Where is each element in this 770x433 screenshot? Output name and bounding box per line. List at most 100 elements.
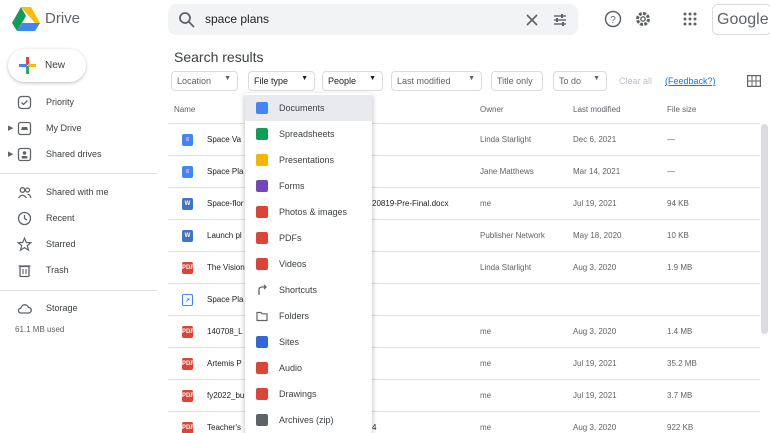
file-name-tail: 4 <box>372 423 377 432</box>
sidebar-item-label: Trash <box>46 265 69 275</box>
menu-item-archives[interactable]: Archives (zip) <box>245 407 372 433</box>
file-modified: Jul 19, 2021 <box>573 391 617 400</box>
chip-label: Location <box>177 76 212 86</box>
new-button-label: New <box>45 60 66 71</box>
menu-item-documents[interactable]: Documents <box>245 95 372 121</box>
menu-item-shortcuts[interactable]: Shortcuts <box>245 277 372 303</box>
app-name[interactable]: Drive <box>45 10 80 27</box>
filter-chip-to-do[interactable]: To do ▼ <box>553 71 607 91</box>
file-owner: me <box>480 359 492 368</box>
menu-item-folders[interactable]: Folders <box>245 303 372 329</box>
apps-grid-icon[interactable] <box>682 11 698 27</box>
menu-item-label: Documents <box>279 103 325 113</box>
dropdown-caret-icon: ▼ <box>369 75 376 82</box>
search-options-icon[interactable] <box>552 12 568 28</box>
sites-icon <box>256 336 268 348</box>
menu-item-label: Audio <box>279 363 303 373</box>
menu-item-label: Presentations <box>279 155 335 165</box>
menu-item-label: Videos <box>279 259 307 269</box>
menu-item-label: Folders <box>279 311 310 321</box>
file-modified: Jul 19, 2021 <box>573 359 617 368</box>
sheets-icon <box>256 128 268 140</box>
file-size: 1.9 MB <box>667 263 693 272</box>
trash-icon <box>18 265 31 278</box>
dropdown-caret-icon: ▼ <box>468 75 475 82</box>
filter-chip-title-only[interactable]: Title only <box>491 71 543 91</box>
file-owner: Linda Starlight <box>480 263 532 272</box>
file-modified: May 18, 2020 <box>573 231 622 240</box>
dropdown-caret-icon: ▼ <box>593 75 600 82</box>
sidebar-item-label: Starred <box>46 239 76 249</box>
chip-label: File type <box>254 76 289 86</box>
clear-all-button[interactable]: Clear all <box>619 76 652 86</box>
file-name: 140708_L <box>207 327 243 336</box>
sidebar-item-shared-with-me[interactable]: Shared with me <box>0 181 160 205</box>
word-doc-icon: W <box>182 230 193 242</box>
grid-view-icon[interactable] <box>747 75 761 87</box>
sidebar-item-label: Priority <box>46 97 75 107</box>
column-header-owner[interactable]: Owner <box>480 105 504 114</box>
file-modified: Aug 3, 2020 <box>573 423 617 432</box>
menu-item-spreadsheets[interactable]: Spreadsheets <box>245 121 372 147</box>
feedback-link[interactable]: (Feedback?) <box>665 76 716 86</box>
sidebar-item-shared-drives[interactable]: ▶ Shared drives <box>0 143 160 167</box>
column-header-name[interactable]: Name <box>174 105 195 114</box>
filter-chip-file-type[interactable]: File type ▼ <box>248 71 315 91</box>
sidebar-item-trash[interactable]: Trash <box>0 259 160 283</box>
menu-item-sites[interactable]: Sites <box>245 329 372 355</box>
menu-item-label: Spreadsheets <box>279 129 335 139</box>
expand-caret-icon[interactable]: ▶ <box>8 124 13 132</box>
file-owner: me <box>480 391 492 400</box>
file-name: Launch pl <box>207 231 242 240</box>
search-input[interactable]: space plans <box>205 12 269 26</box>
drive-logo-icon[interactable] <box>12 6 40 32</box>
sidebar-item-priority[interactable]: Priority <box>0 91 160 115</box>
close-icon[interactable] <box>524 12 540 28</box>
search-bar[interactable]: space plans <box>168 4 578 35</box>
search-icon[interactable] <box>178 11 195 28</box>
top-bar: Drive space plans ? Google <box>0 0 770 40</box>
help-icon[interactable]: ? <box>604 10 622 28</box>
menu-item-label: Sites <box>279 337 300 347</box>
menu-item-photos-images[interactable]: Photos & images <box>245 199 372 225</box>
sidebar-item-storage[interactable]: Storage <box>0 297 160 321</box>
sidebar-item-recent[interactable]: Recent <box>0 207 160 231</box>
file-name: The Vision <box>207 263 245 272</box>
menu-item-presentations[interactable]: Presentations <box>245 147 372 173</box>
file-modified: Jul 19, 2021 <box>573 199 617 208</box>
menu-item-forms[interactable]: Forms <box>245 173 372 199</box>
menu-item-videos[interactable]: Videos <box>245 251 372 277</box>
column-header-file-size[interactable]: File size <box>667 105 696 114</box>
filter-chip-people[interactable]: People ▼ <box>322 71 383 91</box>
gear-icon[interactable] <box>634 10 652 28</box>
scrollbar-thumb[interactable] <box>761 124 768 334</box>
pdf-icon: PDF <box>182 422 194 433</box>
menu-item-drawings[interactable]: Drawings <box>245 381 372 407</box>
menu-item-audio[interactable]: Audio <box>245 355 372 381</box>
menu-item-pdfs[interactable]: PDFs <box>245 225 372 251</box>
chip-label: People <box>328 76 357 86</box>
people-icon <box>17 187 32 199</box>
google-account-brand[interactable]: Google <box>712 4 770 35</box>
expand-caret-icon[interactable]: ▶ <box>8 150 13 158</box>
pdf-icon: PDF <box>182 262 194 274</box>
menu-item-label: Shortcuts <box>279 285 318 295</box>
filter-chip-last-modified[interactable]: Last modified ▼ <box>391 71 482 91</box>
file-modified: Aug 3, 2020 <box>573 327 617 336</box>
new-button[interactable]: New <box>8 49 86 82</box>
sidebar-item-starred[interactable]: Starred <box>0 233 160 257</box>
file-size: 3.7 MB <box>667 391 693 400</box>
file-modified: Mar 14, 2021 <box>573 167 621 176</box>
plus-icon <box>19 57 36 74</box>
chip-label: Last modified <box>397 76 451 86</box>
file-name: Space-flor <box>207 199 244 208</box>
pdf-icon: PDF <box>182 326 194 338</box>
file-name-tail: 20819-Pre-Final.docx <box>372 199 449 208</box>
menu-item-label: Archives (zip) <box>279 415 334 425</box>
sidebar-item-my-drive[interactable]: ▶ My Drive <box>0 117 160 141</box>
filter-chip-location[interactable]: Location ▼ <box>171 71 238 91</box>
column-header-last-modified[interactable]: Last modified <box>573 105 621 114</box>
sidebar-item-label: Shared with me <box>46 187 109 197</box>
sidebar-divider <box>0 173 157 174</box>
folder-icon <box>256 311 268 322</box>
